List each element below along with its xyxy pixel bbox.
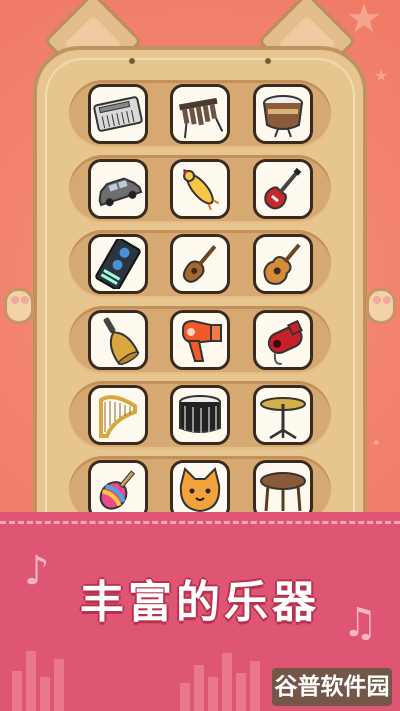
- dot-decoration: [374, 440, 379, 445]
- hair-dryer-icon: [182, 319, 222, 362]
- harp-icon: [99, 395, 137, 438]
- instrument-slot-car[interactable]: [88, 159, 148, 219]
- cymbal-icon: [260, 397, 306, 440]
- maraca-icon: [99, 470, 136, 510]
- instrument-slot-hair-dryer[interactable]: [170, 310, 230, 370]
- instrument-slot-keyboard[interactable]: [88, 84, 148, 144]
- instrument-slot-snare-drum[interactable]: [170, 385, 230, 445]
- cat-paw-right: [366, 288, 396, 324]
- rubber-chicken-icon: [183, 169, 220, 211]
- car-icon: [98, 177, 143, 207]
- instrument-slot-maraca[interactable]: [88, 460, 148, 520]
- instrument-slot-cymbal[interactable]: [253, 385, 313, 445]
- xylophone-icon: [179, 97, 224, 139]
- ukulele-icon: [182, 245, 217, 283]
- watermark: 谷普软件园: [272, 668, 392, 706]
- drum-icon: [263, 95, 303, 138]
- instrument-slot-drum[interactable]: [253, 84, 313, 144]
- instrument-slot-hand-bell[interactable]: [88, 310, 148, 370]
- acoustic-guitar-icon: [263, 243, 301, 285]
- instrument-slot-xylophone[interactable]: [170, 84, 230, 144]
- instrument-slot-harp[interactable]: [88, 385, 148, 445]
- round-table-icon: [260, 472, 306, 512]
- electronic-keyboard-icon: [93, 96, 143, 132]
- cat-paw-left: [4, 288, 34, 324]
- page-title: 丰富的乐器: [80, 577, 320, 628]
- banner-stitch: [0, 521, 400, 524]
- instrument-slot-round-table[interactable]: [253, 460, 313, 520]
- instrument-slot-electric-guitar[interactable]: [253, 159, 313, 219]
- instrument-slot-dj-mixer[interactable]: [88, 234, 148, 294]
- hand-bell-icon: [103, 317, 140, 365]
- instrument-slot-whistle[interactable]: [253, 310, 313, 370]
- instrument-slot-cat-face[interactable]: [170, 460, 230, 520]
- cat-eye-left: [129, 58, 135, 64]
- whistle-icon: [267, 319, 303, 365]
- electric-guitar-icon: [264, 167, 302, 210]
- snare-drum-icon: [179, 395, 221, 433]
- instrument-slot-ukulele[interactable]: [170, 234, 230, 294]
- cat-face-icon: [179, 467, 221, 513]
- instrument-slot-rubber-chicken[interactable]: [170, 159, 230, 219]
- cat-eye-right: [265, 58, 271, 64]
- dj-mixer-icon: [95, 239, 141, 289]
- star-decoration: ★: [374, 66, 389, 85]
- instrument-slot-acoustic-guitar[interactable]: [253, 234, 313, 294]
